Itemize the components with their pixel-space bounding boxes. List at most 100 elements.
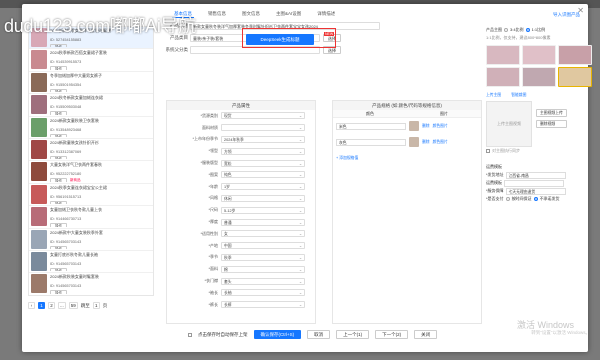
- smart-crop-link[interactable]: 智能裁图: [511, 93, 526, 98]
- main-image-thumb[interactable]: [522, 67, 556, 87]
- sku-heading: 产品规格 (如:颜色/尺码等规格信息): [333, 101, 481, 110]
- attribute-row: *适用性别 女 ⌄: [167, 228, 315, 240]
- operate-button[interactable]: 操作: [50, 133, 67, 137]
- sku-image[interactable]: [409, 137, 419, 147]
- chevron-down-icon: ⌄: [298, 114, 302, 119]
- tab-item[interactable]: 主图&AI设图: [274, 10, 303, 18]
- list-item[interactable]: 2024秋季新款百搭女童裙子套装 ID: 914539915573 操作: [29, 49, 153, 72]
- operate-button[interactable]: 操作: [50, 44, 67, 48]
- next-button[interactable]: 下一个(2): [375, 330, 409, 339]
- pay-yes-radio[interactable]: [505, 197, 510, 201]
- page-number[interactable]: ...: [58, 302, 66, 309]
- list-item[interactable]: 2024秋冬新款女童加绒连衣裙 ID: 915509503048 操作: [29, 94, 153, 117]
- sync-checkbox[interactable]: [486, 149, 490, 153]
- ratio-34-radio[interactable]: [504, 28, 508, 32]
- prev-page-button[interactable]: ‹: [28, 302, 35, 309]
- sku-delete-link[interactable]: 删除: [422, 140, 430, 145]
- sku-image[interactable]: [409, 121, 419, 131]
- attribute-select[interactable]: 长袖 ⌄: [221, 289, 305, 297]
- import-link[interactable]: 导入识图产品: [553, 12, 580, 18]
- operate-button[interactable]: 操作: [50, 155, 67, 160]
- cancel-button[interactable]: 取消: [307, 330, 331, 339]
- sku-value-input[interactable]: 灰色: [336, 138, 406, 146]
- operate-button[interactable]: 操作: [50, 223, 67, 227]
- operate-button[interactable]: 操作: [50, 111, 67, 115]
- ship-from-select[interactable]: 江西省-南昌: [505, 171, 566, 179]
- list-item-text: 女童打底衫秋冬款儿童长袖 ID: 914565703143 操作: [50, 252, 151, 272]
- attribute-select[interactable]: 秋季 ⌄: [221, 253, 305, 261]
- attribute-select[interactable]: 1岁 ⌄: [221, 183, 305, 191]
- attribute-select[interactable]: 长裤 ⌄: [221, 301, 305, 309]
- attribute-select[interactable]: 棉 ⌄: [221, 265, 305, 273]
- tab-item[interactable]: 图文信息: [240, 10, 262, 18]
- operate-button[interactable]: 操作: [50, 88, 67, 93]
- attribute-select[interactable]: 方领 ⌄: [221, 147, 305, 155]
- video-delete-button[interactable]: 删除视频: [536, 120, 567, 128]
- prev-button[interactable]: 上一个(1): [336, 330, 370, 339]
- template-select[interactable]: [504, 179, 564, 187]
- attribute-select[interactable]: 现货 ⌄: [221, 112, 305, 120]
- main-image-thumb[interactable]: [486, 67, 520, 87]
- main-image-thumb[interactable]: [558, 45, 592, 65]
- item-actions: 操作: [50, 290, 151, 294]
- list-item[interactable]: 2024新款中大童女装秋季外套 ID: 914565703143 操作: [29, 229, 153, 251]
- pay-no-radio[interactable]: [533, 197, 538, 201]
- sku-image-link[interactable]: 颜色图片: [433, 140, 448, 145]
- attribute-select[interactable]: 女 ⌄: [221, 230, 305, 238]
- operate-button[interactable]: 操作: [50, 290, 67, 294]
- attribute-select[interactable]: 纯色 ⌄: [221, 171, 305, 179]
- list-item[interactable]: 女童加绒卫衣秋冬款儿童上衣 ID: 914466730713 操作: [29, 206, 153, 229]
- service-select[interactable]: 七天无理由退货: [505, 187, 566, 195]
- ratio-11-radio[interactable]: [525, 28, 530, 32]
- operate-button[interactable]: 操作: [50, 200, 67, 205]
- windows-activation-hint: 转到"设置"以激活 Windows。: [531, 330, 590, 335]
- deepseek-generate-title-button[interactable]: DeepSeek生成标题: [246, 34, 314, 45]
- attribute-select[interactable]: 休闲 ⌄: [221, 194, 305, 202]
- chevron-down-icon: ⌄: [298, 161, 302, 166]
- list-item[interactable]: 2024新款秋装女童时髦套装 ID: 914565703143 操作: [29, 273, 153, 295]
- main-image-thumb[interactable]: [522, 45, 556, 65]
- main-image-thumb[interactable]: [486, 45, 520, 65]
- page-number[interactable]: 1: [38, 302, 45, 309]
- attribute-select[interactable]: 普通 ⌄: [221, 218, 305, 226]
- add-sku-link[interactable]: + 添加规格值: [336, 156, 358, 161]
- attribute-row: 面料材质 ⌄: [167, 122, 315, 134]
- sku-image-link[interactable]: 颜色图片: [433, 124, 448, 129]
- close-button[interactable]: 关闭: [414, 330, 438, 339]
- template-label: 运费模板: [486, 180, 502, 185]
- attribute-select[interactable]: 宽松 ⌄: [221, 159, 305, 167]
- sku-value-input[interactable]: 米色: [336, 122, 406, 130]
- auto-save-checkbox[interactable]: [188, 332, 192, 337]
- list-item[interactable]: 女童打底衫秋冬款儿童长袖 ID: 914565703143 操作: [29, 251, 153, 274]
- operate-button[interactable]: 操作: [50, 66, 67, 70]
- video-upload-button[interactable]: 主图视频上传: [536, 109, 567, 117]
- operate-button[interactable]: 操作: [50, 178, 67, 182]
- list-item[interactable]: 2024新款童装女孩针织开衫 ID: 913312387069 操作: [29, 139, 153, 162]
- page-number[interactable]: 59: [68, 302, 78, 309]
- ratio-34-label: 3:4比例: [510, 27, 524, 32]
- page-number[interactable]: 2: [48, 302, 55, 309]
- operate-button[interactable]: 操作: [50, 245, 67, 249]
- attribute-select[interactable]: 2024年秋季 ⌄: [221, 135, 305, 143]
- main-image-thumb-selected[interactable]: [558, 67, 592, 87]
- list-item[interactable]: 2024新款女童秋装卫衣套装 ID: 913548923468 操作: [29, 117, 153, 139]
- list-item[interactable]: 2024秋季女童连衣裙宝宝公主裙 ID: 956191515713 操作: [29, 184, 153, 207]
- operate-button[interactable]: 操作: [50, 267, 67, 272]
- attribute-select[interactable]: 5-12岁 ⌄: [221, 206, 305, 214]
- list-item[interactable]: 大童女装洋气卫衣两件套春秋 ID: 952222752180 操作 新商品: [29, 161, 153, 184]
- attribute-select[interactable]: 套头 ⌄: [221, 277, 305, 285]
- video-buttons: 主图视频上传 删除视频: [536, 109, 567, 147]
- video-upload-box[interactable]: 上传主图视频: [486, 101, 532, 147]
- product-id: ID: 914565703143: [50, 239, 82, 244]
- goto-input[interactable]: 1: [92, 302, 100, 309]
- upload-main-image-link[interactable]: 上传主图: [486, 93, 501, 98]
- save-button[interactable]: 确认保存(Ctrl+S): [253, 330, 302, 339]
- footer-bar: 点击保存时自动保存上架 确认保存(Ctrl+S) 取消 上一个(1) 下一个(2…: [188, 330, 438, 339]
- attribute-row: *衣门襟 套头 ⌄: [167, 275, 315, 287]
- sku-delete-link[interactable]: 删除: [422, 124, 430, 129]
- attribute-select[interactable]: 中国 ⌄: [221, 242, 305, 250]
- attribute-select[interactable]: ⌄: [221, 124, 305, 132]
- tab-item[interactable]: 详情描述: [315, 10, 337, 18]
- list-item[interactable]: 冬季加绒加厚中大童男女裤子 ID: 915501954354 操作: [29, 72, 153, 95]
- tab-item[interactable]: 销售信息: [206, 10, 228, 18]
